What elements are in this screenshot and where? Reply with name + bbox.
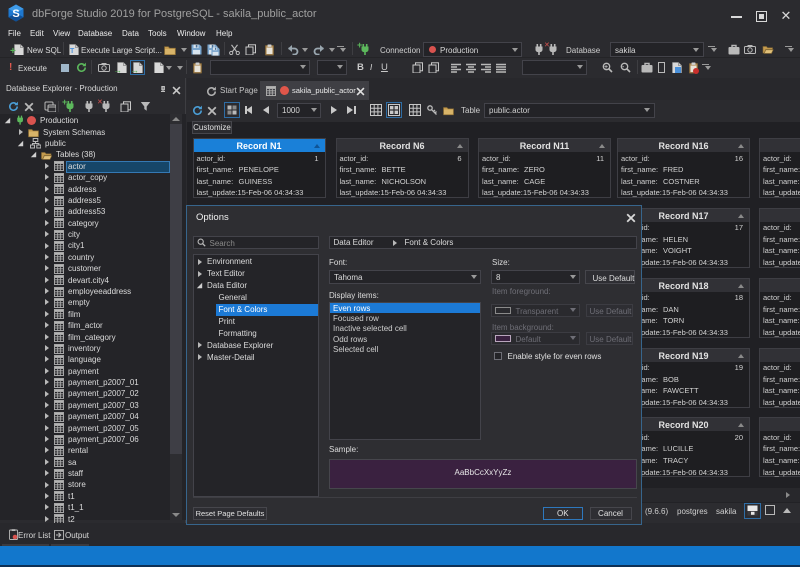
svg-text:S: S <box>12 8 19 20</box>
